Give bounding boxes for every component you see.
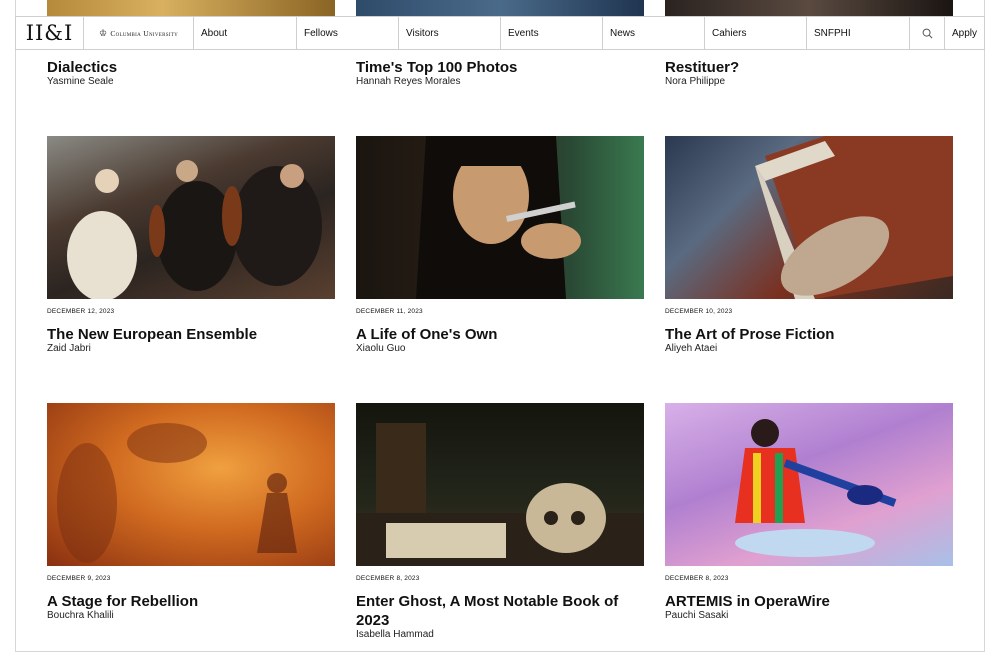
card-date: December 8, 2023: [665, 575, 729, 582]
nav-item-visitors[interactable]: Visitors: [399, 17, 501, 49]
card-image[interactable]: [47, 0, 335, 16]
card-image[interactable]: [665, 403, 953, 566]
card-date: December 9, 2023: [47, 575, 111, 582]
card-date: December 12, 2023: [47, 308, 115, 315]
card-image[interactable]: [356, 403, 644, 566]
card-title[interactable]: The New European Ensemble: [47, 325, 337, 344]
card-author: Hannah Reyes Morales: [356, 76, 461, 87]
card-date: December 8, 2023: [356, 575, 420, 582]
card-author: Isabella Hammad: [356, 629, 434, 640]
card-image[interactable]: [47, 403, 335, 566]
top-nav: II&I ♔ Columbia University About Fellows…: [15, 16, 985, 50]
card-title[interactable]: Time's Top 100 Photos: [356, 58, 646, 77]
card-image[interactable]: [356, 0, 644, 16]
card-author: Aliyeh Ataei: [665, 343, 718, 354]
card-date: December 10, 2023: [665, 308, 733, 315]
shadow-stage-image: [57, 423, 297, 563]
card-author: Bouchra Khalili: [47, 610, 114, 621]
card-title[interactable]: ARTEMIS in OperaWire: [665, 592, 955, 611]
painting-detail-image: [755, 136, 953, 299]
nav-item-snfphi[interactable]: SNFPHI: [807, 17, 910, 49]
card-image[interactable]: [47, 136, 335, 299]
card-date: December 11, 2023: [356, 308, 423, 315]
card-author: Xiaolu Guo: [356, 343, 406, 354]
card-author: Yasmine Seale: [47, 76, 114, 87]
card-image[interactable]: [665, 0, 953, 16]
card-author: Zaid Jabri: [47, 343, 91, 354]
card-title[interactable]: Dialectics: [47, 58, 337, 77]
card-title[interactable]: Enter Ghost, A Most Notable Book of 2023: [356, 592, 636, 630]
still-life-image: [356, 423, 644, 566]
crown-icon: ♔: [98, 27, 108, 38]
nav-item-about[interactable]: About: [194, 17, 297, 49]
university-name: Columbia University: [110, 28, 179, 38]
card-title[interactable]: The Art of Prose Fiction: [665, 325, 955, 344]
university-logo[interactable]: ♔ Columbia University: [84, 17, 194, 49]
apply-button[interactable]: Apply: [945, 17, 984, 49]
card-title[interactable]: Restituer?: [665, 58, 955, 77]
search-button[interactable]: [910, 17, 945, 49]
nav-item-events[interactable]: Events: [501, 17, 603, 49]
portrait-image: [416, 136, 581, 299]
card-author: Pauchi Sasaki: [665, 610, 729, 621]
card-title[interactable]: A Life of One's Own: [356, 325, 646, 344]
card-title[interactable]: A Stage for Rebellion: [47, 592, 337, 611]
violinist-image: [735, 419, 897, 557]
search-icon: [922, 28, 932, 38]
site-logo[interactable]: II&I: [16, 17, 84, 49]
card-author: Nora Philippe: [665, 76, 726, 87]
card-image[interactable]: [356, 136, 644, 299]
nav-item-fellows[interactable]: Fellows: [297, 17, 399, 49]
card-image[interactable]: [665, 136, 953, 299]
nav-item-cahiers[interactable]: Cahiers: [705, 17, 807, 49]
nav-item-news[interactable]: News: [603, 17, 705, 49]
orchestra-image: [67, 160, 322, 299]
